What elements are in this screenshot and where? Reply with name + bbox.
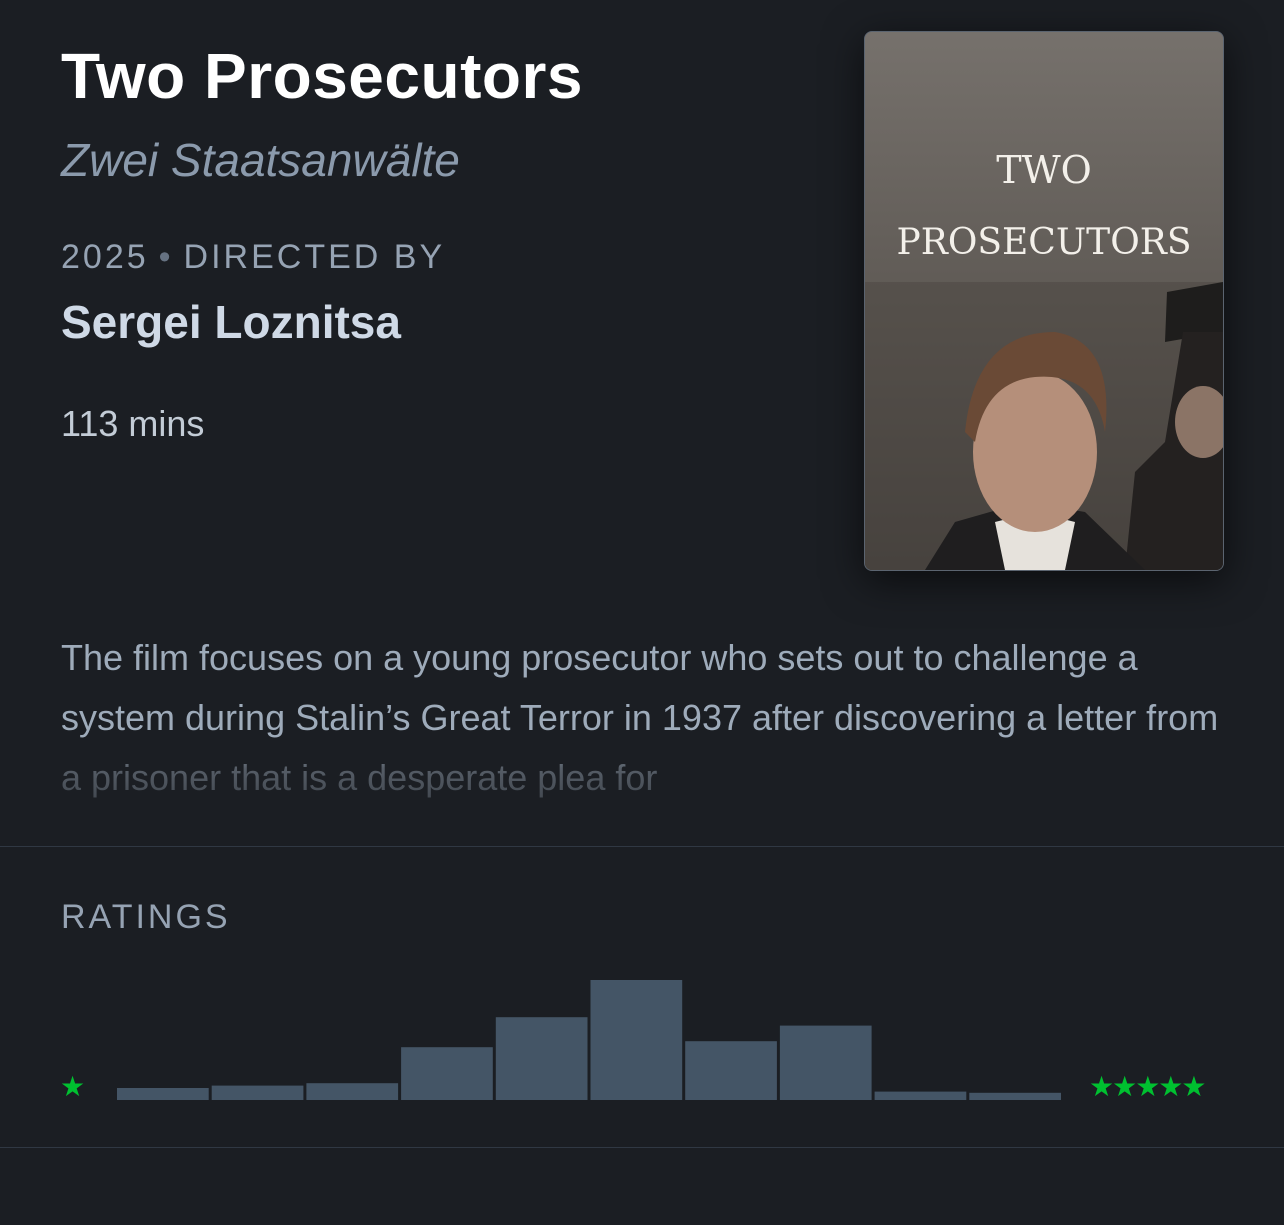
ratings-histogram <box>117 980 1061 1100</box>
section-divider-bottom <box>0 1147 1284 1148</box>
runtime: 113 mins <box>61 403 205 444</box>
rating-bar-1.5[interactable] <box>306 1083 399 1100</box>
rating-bar-2[interactable] <box>401 1047 493 1100</box>
directed-by-label: DIRECTED BY <box>183 238 446 276</box>
director-name[interactable]: Sergei Loznitsa <box>61 294 401 350</box>
section-divider <box>0 846 1284 847</box>
original-title: Zwei Staatsanwälte <box>61 134 460 186</box>
rating-bar-4[interactable] <box>779 1025 872 1100</box>
rating-bar-1[interactable] <box>211 1085 304 1100</box>
synopsis-fade <box>0 740 1284 810</box>
rating-bar-3.5[interactable] <box>685 1041 777 1100</box>
max-rating-stars-icon: ★★★★★ <box>1089 1071 1207 1102</box>
film-title: Two Prosecutors <box>61 40 583 112</box>
poster-title-line-2: PROSECUTORS <box>896 222 1192 263</box>
ratings-heading: RATINGS <box>61 898 231 936</box>
rating-bar-2.5[interactable] <box>495 1017 588 1100</box>
release-year[interactable]: 2025 <box>61 238 149 276</box>
min-rating-star-icon: ★ <box>60 1071 86 1102</box>
rating-bar-4.5[interactable] <box>874 1091 967 1100</box>
rating-bar-3[interactable] <box>590 980 683 1100</box>
rating-bar-0.5[interactable] <box>117 1088 209 1100</box>
poster-artwork <box>865 32 1223 570</box>
film-poster[interactable]: TWO PROSECUTORS <box>864 31 1224 571</box>
poster-title-line-1: TWO <box>996 148 1092 192</box>
film-meta: 2025 • DIRECTED BY <box>61 236 445 278</box>
separator-dot: • <box>158 238 174 276</box>
rating-bar-5[interactable] <box>969 1092 1061 1100</box>
